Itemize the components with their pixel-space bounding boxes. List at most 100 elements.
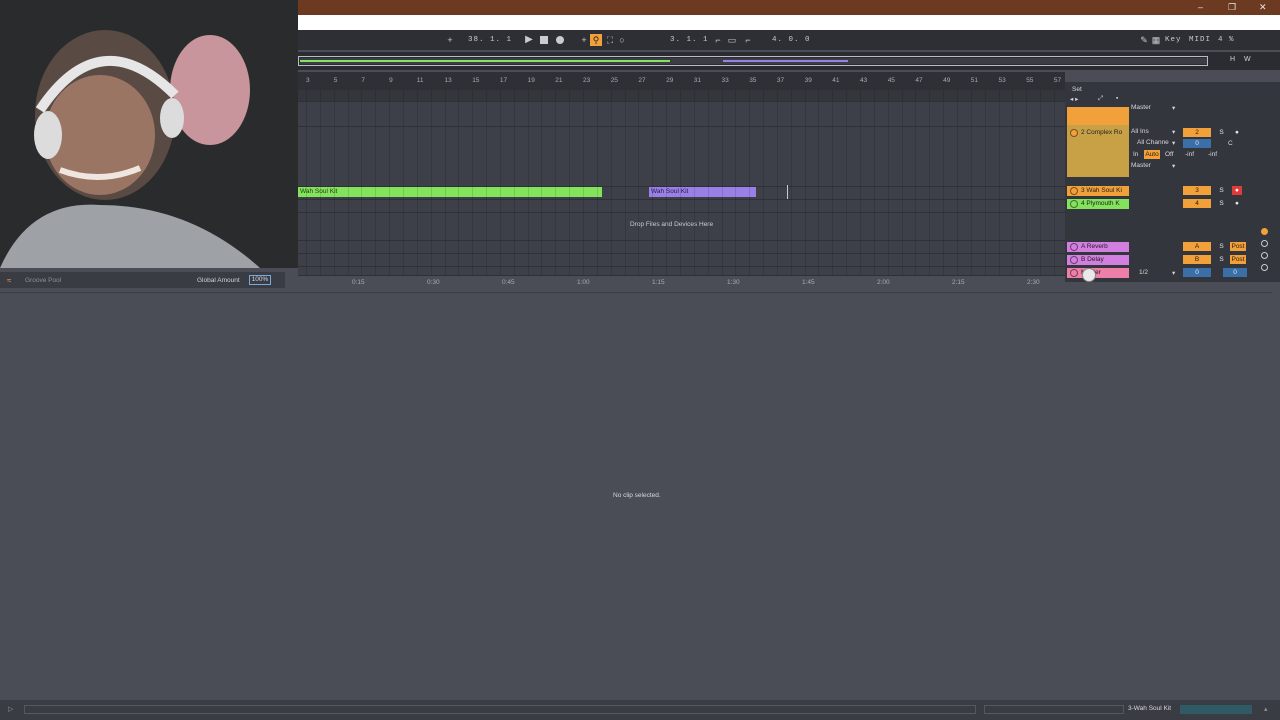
output-routing-1[interactable]: Master	[1131, 104, 1151, 111]
expand-icon[interactable]: ⤢	[1098, 95, 1103, 103]
send-value[interactable]: 0	[1183, 139, 1211, 148]
midi-indicator-icon: ▴	[1264, 706, 1268, 713]
chevron-down-icon[interactable]: ▾	[1172, 139, 1175, 147]
loop-start[interactable]: 3. 1. 1	[670, 36, 709, 44]
grid-line	[790, 90, 792, 276]
bar-number: 27	[638, 77, 646, 84]
returns-toggle-icon[interactable]	[1261, 252, 1268, 259]
track-activator-icon[interactable]	[1070, 187, 1078, 195]
metronome-icon[interactable]: ○	[616, 34, 628, 46]
track-activator-icon[interactable]	[1070, 243, 1078, 251]
detail-view[interactable]: No clip selected.	[0, 292, 1272, 690]
global-amount-value[interactable]: 100%	[249, 275, 271, 285]
minimize-icon[interactable]: –	[1198, 2, 1203, 12]
post-button[interactable]: Post	[1230, 255, 1246, 264]
track-activator-icon[interactable]	[1070, 200, 1078, 208]
groove-pool-label[interactable]: Groove Pool	[25, 277, 61, 284]
groove-icon[interactable]: ≈	[7, 276, 11, 285]
clip-wah-soul-kit-2[interactable]: Wah Soul Kit	[649, 187, 756, 197]
play-icon[interactable]: ▶	[523, 34, 535, 46]
solo-button[interactable]: S	[1217, 128, 1226, 137]
master-number[interactable]: 0	[1183, 268, 1211, 277]
overview-viewport[interactable]	[298, 56, 1208, 66]
grid-line	[583, 90, 584, 276]
w-toggle[interactable]: W	[1244, 56, 1251, 63]
arm-icon[interactable]: ●	[1235, 200, 1239, 207]
mixer-toggle-icon[interactable]	[1261, 264, 1268, 271]
overdub-icon[interactable]: +	[578, 34, 590, 46]
detail-toggle-icon[interactable]: ▷	[8, 705, 13, 713]
monitor-in-button[interactable]: In	[1133, 151, 1138, 158]
track-activator-icon[interactable]	[1070, 129, 1078, 137]
sends-toggle-icon[interactable]	[1261, 240, 1268, 247]
h-toggle[interactable]: H	[1230, 56, 1235, 63]
grid-line	[486, 90, 488, 276]
time-ruler[interactable]: 0:15 0:30 0:45 1:00 1:15 1:30 1:45 2:00 2:15 2:30	[285, 277, 1065, 289]
master-volume[interactable]: 0	[1223, 268, 1247, 277]
midi-map-button[interactable]: MIDI	[1189, 36, 1211, 44]
monitor-off-button[interactable]: Off	[1165, 151, 1174, 158]
input-channel-select[interactable]: All Channe	[1137, 139, 1169, 146]
nav-arrows-icon[interactable]: ◂ ▸	[1070, 95, 1078, 103]
arrangement-view[interactable]: Wah Soul Kit Wah Soul Kit Drop Files and…	[298, 90, 1065, 276]
punch-in-icon[interactable]: ⌐	[712, 34, 724, 46]
stop-icon[interactable]	[538, 34, 550, 46]
record-icon[interactable]	[554, 34, 566, 46]
track-2-header-top[interactable]	[1067, 107, 1129, 125]
solo-button[interactable]: S	[1217, 242, 1226, 251]
track-4-header[interactable]: 4 Plymouth K	[1067, 199, 1129, 209]
track-activator-icon[interactable]	[1070, 256, 1078, 264]
lane-track-1[interactable]	[298, 102, 1065, 127]
loop-length[interactable]: 4. 0. 0	[772, 36, 811, 44]
lane-track-4[interactable]	[298, 200, 1065, 213]
selected-track-name[interactable]: 3-Wah Soul Kit	[1128, 705, 1171, 712]
track-activator-icon[interactable]	[1070, 269, 1078, 277]
key-map-button[interactable]: Key	[1165, 36, 1182, 44]
draw-mode-icon[interactable]: ✎	[1138, 34, 1150, 46]
chevron-down-icon[interactable]: ▾	[1172, 162, 1175, 170]
post-button[interactable]: Post	[1230, 242, 1246, 251]
track-4-number[interactable]: 4	[1183, 199, 1211, 208]
follow-icon[interactable]: +	[444, 34, 456, 46]
chevron-down-icon[interactable]: ▾	[1172, 128, 1175, 136]
loop-switch-icon[interactable]: ⛶	[604, 34, 616, 46]
return-a-number[interactable]: A	[1183, 242, 1211, 251]
cue-ratio[interactable]: 1/2	[1139, 269, 1148, 276]
close-icon[interactable]: ✕	[1259, 2, 1267, 13]
output-routing-2[interactable]: Master	[1131, 162, 1151, 169]
restore-icon[interactable]: ❐	[1228, 2, 1236, 13]
arrangement-position[interactable]: 38. 1. 1	[468, 36, 512, 44]
lane-master[interactable]	[298, 267, 1065, 276]
master-header[interactable]: Master	[1067, 268, 1129, 278]
clip-wah-soul-kit-1[interactable]: Wah Soul Kit	[298, 187, 602, 197]
track-2-header[interactable]: 2 Complex Ro	[1067, 128, 1129, 138]
lane-return-b[interactable]	[298, 254, 1065, 267]
return-a-header[interactable]: A Reverb	[1067, 242, 1129, 252]
track-3-header[interactable]: 3 Wah Soul Ki	[1067, 186, 1129, 196]
pan-center[interactable]: C	[1228, 140, 1233, 147]
monitor-auto-button[interactable]: Auto	[1144, 150, 1160, 159]
io-toggle-icon[interactable]	[1261, 228, 1268, 235]
loop-icon[interactable]: ▭	[726, 34, 738, 46]
grid-line	[818, 90, 820, 276]
punch-out-icon[interactable]: ⌐	[742, 34, 754, 46]
keyboard-icon[interactable]: ▦	[1150, 34, 1162, 46]
beat-ruler[interactable]: 3 5 7 9 11 13 15 17 19 21 23 25 27 29 31 33 35 37 39 41 43 45…	[298, 72, 1065, 90]
automation-arm-icon[interactable]: ⚲	[590, 34, 602, 46]
arrangement-overview[interactable]: H W	[298, 52, 1280, 70]
return-b-header[interactable]: B Delay	[1067, 255, 1129, 265]
track-3-number[interactable]: 3	[1183, 186, 1211, 195]
arm-icon[interactable]: ●	[1232, 186, 1242, 195]
return-b-number[interactable]: B	[1183, 255, 1211, 264]
solo-button[interactable]: S	[1217, 255, 1226, 264]
lane-return-a[interactable]	[298, 241, 1065, 254]
solo-button[interactable]: S	[1217, 199, 1226, 208]
input-type-select[interactable]: All Ins	[1131, 128, 1149, 135]
chevron-down-icon[interactable]: ▾	[1172, 269, 1175, 277]
chevron-down-icon[interactable]: ▾	[1172, 104, 1175, 112]
lock-icon[interactable]: ▪	[1116, 95, 1118, 102]
lane-track-2[interactable]	[298, 127, 1065, 187]
arm-icon[interactable]: ●	[1235, 129, 1239, 136]
solo-button[interactable]: S	[1217, 186, 1226, 195]
track-2-number[interactable]: 2	[1183, 128, 1211, 137]
